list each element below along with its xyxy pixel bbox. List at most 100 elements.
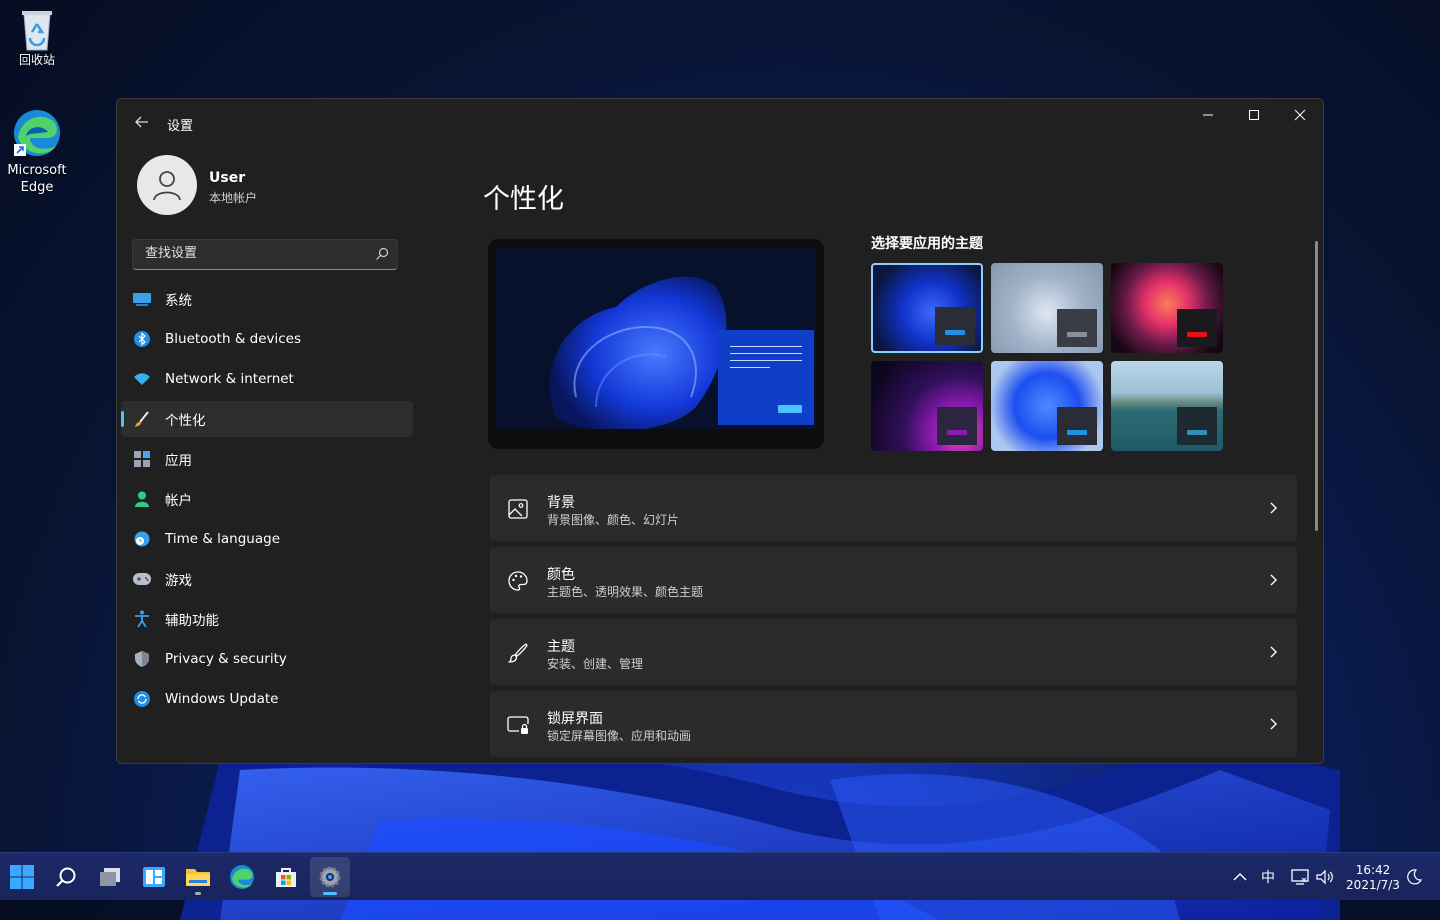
bluetooth-icon <box>133 330 151 348</box>
settings-window: 设置 User 本地帐户 系统 <box>116 98 1324 764</box>
user-profile[interactable]: User 本地帐户 <box>137 155 417 217</box>
minimize-icon <box>1203 114 1213 116</box>
sidebar-item-apps[interactable]: 应用 <box>121 441 413 477</box>
edge-taskbar-button[interactable] <box>222 857 262 897</box>
chevron-up-icon <box>1233 873 1247 881</box>
row-title: 锁屏界面 <box>547 711 603 727</box>
sidebar-item-label: Network & internet <box>165 371 294 387</box>
theme-preview <box>488 239 824 449</box>
themes-setting-row[interactable]: 主题 安装、创建、管理 <box>490 619 1297 685</box>
sidebar-item-label: Time & language <box>165 531 281 547</box>
theme-tile-captured-motion[interactable] <box>871 361 983 451</box>
store-button[interactable] <box>266 857 306 897</box>
input-method-indicator[interactable]: 中 <box>1256 853 1280 901</box>
edge-desktop-icon[interactable]: Microsoft Edge <box>1 108 73 196</box>
sidebar-nav: 系统 Bluetooth & devices Network & interne… <box>121 281 413 721</box>
sidebar-item-accounts[interactable]: 帐户 <box>121 481 413 517</box>
sidebar-item-personalization[interactable]: 个性化 <box>121 401 413 437</box>
app-title: 设置 <box>167 119 194 134</box>
chevron-right-icon <box>1270 646 1277 658</box>
brush-icon <box>133 410 151 428</box>
brush-icon <box>508 643 528 663</box>
clock-globe-icon <box>133 530 151 548</box>
back-button[interactable] <box>131 111 153 133</box>
lock-screen-setting-row[interactable]: 锁屏界面 锁定屏幕图像、应用和动画 <box>490 691 1297 757</box>
account-icon <box>133 490 151 508</box>
sidebar-item-privacy[interactable]: Privacy & security <box>121 641 413 677</box>
row-subtitle: 锁定屏幕图像、应用和动画 <box>547 729 692 743</box>
sidebar-item-system[interactable]: 系统 <box>121 281 413 317</box>
wifi-icon <box>133 370 151 388</box>
folder-icon <box>186 869 210 886</box>
taskbar-clock[interactable]: 16:42 2021/7/3 <box>1346 863 1400 893</box>
focus-assist-button[interactable] <box>1402 853 1426 901</box>
sidebar-item-time-language[interactable]: Time & language <box>121 521 413 557</box>
maximize-icon <box>1249 110 1259 120</box>
title-bar[interactable]: 设置 <box>117 99 1323 145</box>
gamepad-icon <box>133 570 151 588</box>
edge-icon <box>12 108 62 158</box>
search-box[interactable] <box>132 239 398 270</box>
close-icon <box>1294 109 1306 121</box>
theme-tile-glow[interactable] <box>1111 263 1223 353</box>
row-subtitle: 主题色、透明效果、颜色主题 <box>547 585 704 599</box>
taskbar: 中 16:42 2021/7/3 <box>0 852 1440 900</box>
person-icon <box>153 171 181 201</box>
sidebar-item-label: 游戏 <box>165 573 192 589</box>
preview-window <box>718 330 814 425</box>
theme-tile-windows-dark[interactable] <box>871 263 983 353</box>
theme-tile-sunrise[interactable] <box>991 361 1103 451</box>
preview-screen <box>496 247 816 429</box>
gear-icon <box>319 866 341 888</box>
search-input[interactable] <box>143 245 367 262</box>
chevron-right-icon <box>1270 718 1277 730</box>
task-view-button[interactable] <box>90 857 130 897</box>
recycle-bin-desktop-icon[interactable]: 回收站 <box>1 8 73 69</box>
scrollbar[interactable] <box>1315 241 1318 531</box>
apps-icon <box>133 450 151 468</box>
avatar <box>137 155 197 215</box>
background-setting-row[interactable]: 背景 背景图像、颜色、幻灯片 <box>490 475 1297 541</box>
show-hidden-icons-button[interactable] <box>1228 853 1252 901</box>
lock-screen-icon <box>507 716 529 734</box>
theme-tile-windows-light[interactable] <box>991 263 1103 353</box>
close-button[interactable] <box>1277 99 1323 131</box>
network-tray-button[interactable] <box>1288 853 1312 901</box>
edge-icon <box>230 865 254 889</box>
page-title: 个性化 <box>483 184 564 215</box>
system-icon <box>133 290 151 308</box>
clock-time: 16:42 <box>1355 863 1391 877</box>
chevron-right-icon <box>1270 502 1277 514</box>
active-indicator <box>323 892 337 895</box>
settings-taskbar-button[interactable] <box>310 857 350 897</box>
sidebar-item-label: 个性化 <box>165 413 206 429</box>
file-explorer-button[interactable] <box>178 857 218 897</box>
chevron-right-icon <box>1270 574 1277 586</box>
recycle-bin-label: 回收站 <box>18 53 55 67</box>
search-icon[interactable] <box>375 247 389 261</box>
colors-setting-row[interactable]: 颜色 主题色、透明效果、颜色主题 <box>490 547 1297 613</box>
volume-tray-button[interactable] <box>1314 853 1336 901</box>
theme-picker-heading: 选择要应用的主题 <box>871 236 983 252</box>
sidebar-item-label: Windows Update <box>165 691 279 707</box>
sidebar-item-accessibility[interactable]: 辅助功能 <box>121 601 413 637</box>
clock-date: 2021/7/3 <box>1346 878 1400 892</box>
preview-button <box>778 405 802 413</box>
start-button[interactable] <box>2 857 42 897</box>
row-subtitle: 背景图像、颜色、幻灯片 <box>547 513 680 527</box>
widgets-button[interactable] <box>134 857 174 897</box>
account-type: 本地帐户 <box>209 191 258 205</box>
row-title: 主题 <box>547 639 575 655</box>
picture-icon <box>508 499 528 519</box>
sidebar-item-gaming[interactable]: 游戏 <box>121 561 413 597</box>
sidebar-item-network[interactable]: Network & internet <box>121 361 413 397</box>
sidebar-item-windows-update[interactable]: Windows Update <box>121 681 413 717</box>
row-title: 背景 <box>547 495 575 511</box>
search-taskbar-button[interactable] <box>46 857 86 897</box>
theme-tile-flow[interactable] <box>1111 361 1223 451</box>
maximize-button[interactable] <box>1231 99 1277 131</box>
accessibility-icon <box>133 610 151 628</box>
minimize-button[interactable] <box>1185 99 1231 131</box>
settings-list: 背景 背景图像、颜色、幻灯片 颜色 主题色、透明效果、颜色主题 主题 安装、创建… <box>490 475 1297 763</box>
sidebar-item-bluetooth[interactable]: Bluetooth & devices <box>121 321 413 357</box>
